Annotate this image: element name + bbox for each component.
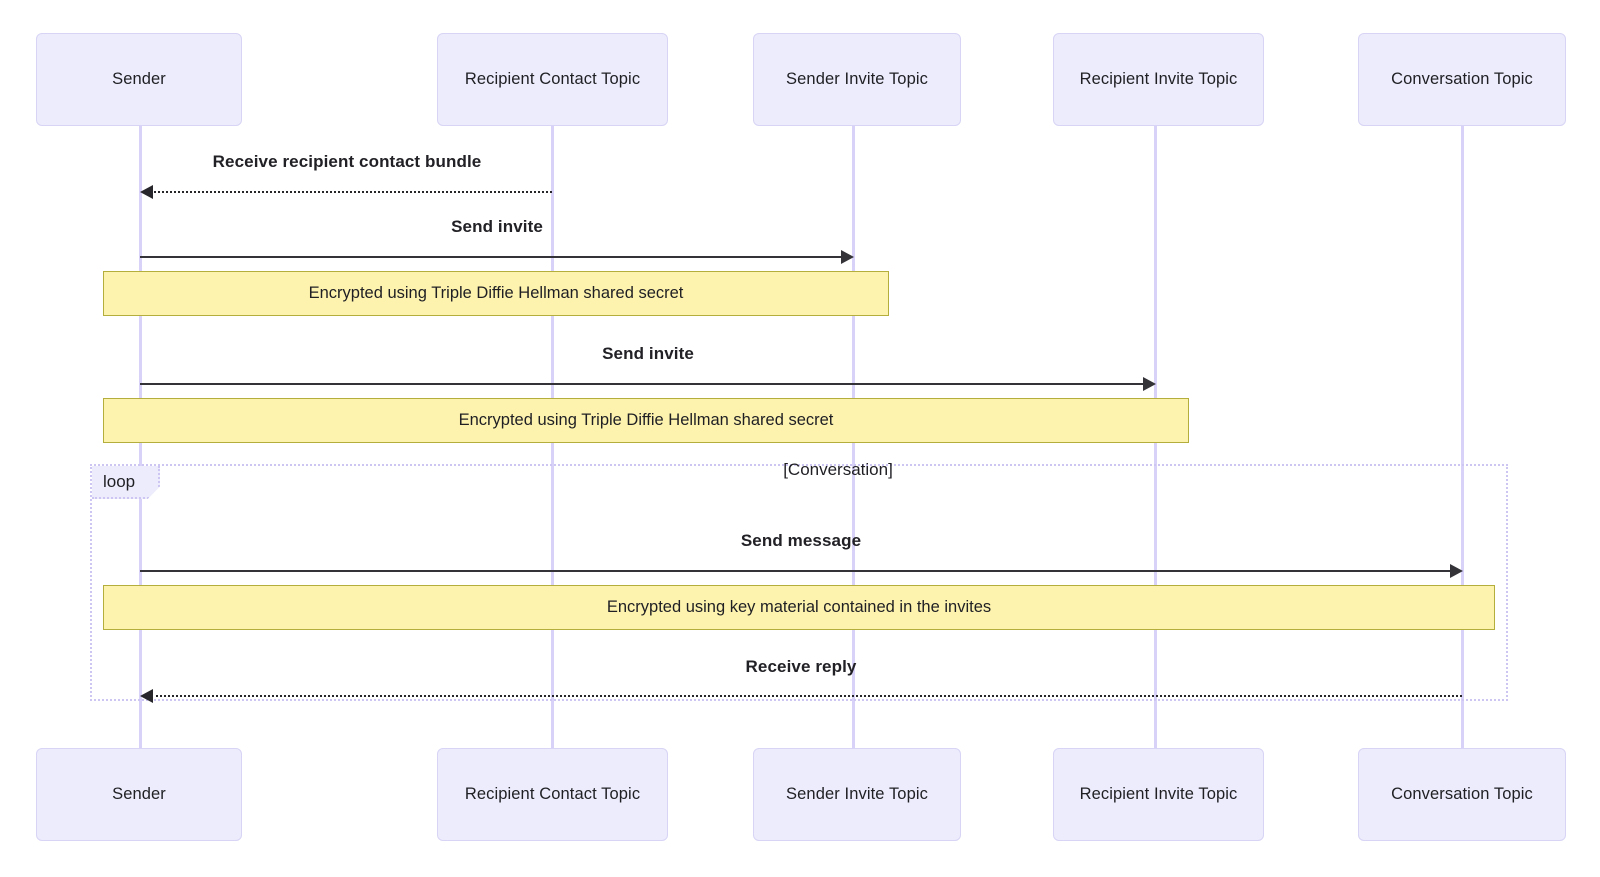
message-line (151, 695, 1462, 697)
fragment-label-loop: loop (92, 466, 160, 499)
arrowhead-right-icon (1143, 377, 1156, 391)
participant-sender-top[interactable]: Sender (36, 33, 242, 126)
participant-label: Recipient Invite Topic (1079, 784, 1238, 803)
participant-s_invite-top[interactable]: Sender Invite Topic (753, 33, 961, 126)
participant-contact-bottom[interactable]: Recipient Contact Topic (437, 748, 668, 841)
participant-label: Recipient Contact Topic (464, 69, 641, 88)
note-n2: Encrypted using Triple Diffie Hellman sh… (103, 398, 1189, 443)
message-label-m2: Send invite (451, 217, 543, 236)
note-n3: Encrypted using key material contained i… (103, 585, 1495, 630)
participant-r_invite-top[interactable]: Recipient Invite Topic (1053, 33, 1264, 126)
message-line (140, 256, 843, 258)
fragment-condition: [Conversation] (783, 460, 893, 479)
arrowhead-left-icon (140, 689, 153, 703)
sequence-diagram-canvas: loop [Conversation] Receive recipient cont… (0, 0, 1600, 877)
message-label-m5: Receive reply (745, 657, 857, 676)
participant-label: Conversation Topic (1391, 784, 1533, 803)
participant-label: Sender Invite Topic (786, 784, 928, 803)
arrowhead-right-icon (1450, 564, 1463, 578)
participant-conv-top[interactable]: Conversation Topic (1358, 33, 1566, 126)
arrowhead-left-icon (140, 185, 153, 199)
arrowhead-right-icon (841, 250, 854, 264)
message-label-m4: Send message (740, 531, 862, 550)
participant-label: Sender (112, 69, 166, 88)
message-label-m3: Send invite (602, 344, 694, 363)
participant-contact-top[interactable]: Recipient Contact Topic (437, 33, 668, 126)
participant-s_invite-bottom[interactable]: Sender Invite Topic (753, 748, 961, 841)
participant-conv-bottom[interactable]: Conversation Topic (1358, 748, 1566, 841)
message-line (140, 570, 1452, 572)
message-line (151, 191, 552, 193)
participant-sender-bottom[interactable]: Sender (36, 748, 242, 841)
participant-label: Recipient Contact Topic (464, 784, 641, 803)
message-label-m1: Receive recipient contact bundle (212, 152, 482, 171)
participant-label: Recipient Invite Topic (1079, 69, 1238, 88)
participant-label: Sender Invite Topic (786, 69, 928, 88)
note-n1: Encrypted using Triple Diffie Hellman sh… (103, 271, 889, 316)
participant-r_invite-bottom[interactable]: Recipient Invite Topic (1053, 748, 1264, 841)
message-line (140, 383, 1145, 385)
participant-label: Sender (112, 784, 166, 803)
participant-label: Conversation Topic (1391, 69, 1533, 88)
